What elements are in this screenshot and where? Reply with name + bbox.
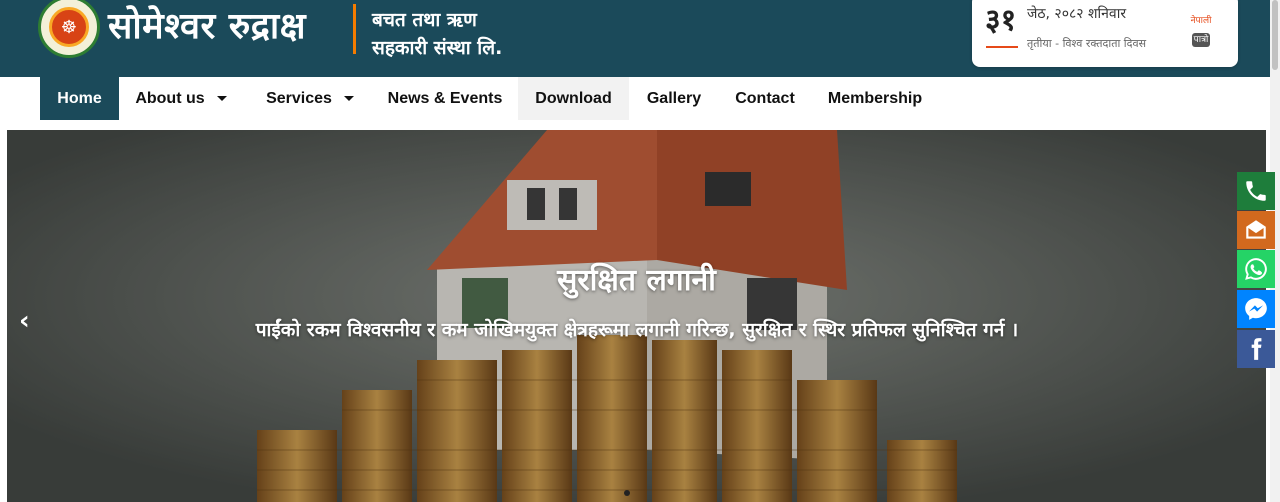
nav-label: Gallery [646,89,702,107]
date-text: जेठ, २०८२ शनिवार [1027,6,1127,22]
date-day: ३१ [985,3,1017,38]
nav-label: Download [535,89,612,107]
messenger-button[interactable] [1237,290,1275,328]
site-header: ☸ सोमेश्वर रुद्राक्ष बचत तथा ऋण सहकारी स… [0,0,1280,77]
phone-icon [1246,181,1266,201]
nav-label: Home [57,89,102,107]
nav-item-gallery[interactable]: Gallery [636,77,712,120]
whatsapp-icon [1245,258,1267,280]
chevron-down-icon [343,96,354,101]
nepali-patro-badge[interactable]: नेपाली पात्रो [1186,16,1216,47]
brand-divider [353,4,356,54]
badge-top-text: नेपाली [1190,16,1212,26]
brand-name[interactable]: सोमेश्वर रुद्राक्ष [108,0,306,49]
nav-item-home[interactable]: Home [40,77,119,120]
brand-subtitle-line-1: बचत तथा ऋण [372,9,477,31]
logo[interactable]: ☸ [38,0,100,58]
facebook-icon [1251,338,1262,360]
brand-subtitle-line-2: सहकारी संस्था लि. [372,37,503,59]
badge-bottom-text: पात्रो [1191,33,1211,47]
nepali-date-widget[interactable]: ३१ जेठ, २०८२ शनिवार तृतीया - विश्व रक्तद… [972,0,1238,67]
nav-label: About us [135,89,205,107]
nav-label: Services [266,89,332,107]
messenger-icon [1245,298,1267,320]
nav-item-download[interactable]: Download [518,77,629,120]
email-icon [1246,220,1266,239]
slide-title: सुरक्षित लगानी [557,263,716,298]
chevron-left-icon[interactable]: ‹ [19,306,30,336]
hero-slider[interactable]: सुरक्षित लगानी पाईंको रकम विश्वसनीय र कम… [7,130,1266,502]
nav-item-about-us[interactable]: About us [124,77,238,120]
nav-item-news-events[interactable]: News & Events [378,77,512,120]
phone-button[interactable] [1237,172,1275,210]
nav-item-membership[interactable]: Membership [818,77,932,120]
nav-label: News & Events [387,89,503,107]
main-navigation: Home About us Services News & Events Dow… [0,77,1280,120]
nav-label: Membership [827,89,923,107]
nav-item-contact[interactable]: Contact [724,77,806,120]
date-subtext: तृतीया - विश्व रक्तदाता दिवस [1027,37,1147,50]
nav-label: Contact [735,89,795,107]
logo-emblem-icon: ☸ [49,7,89,47]
scrollbar-thumb[interactable] [1272,0,1278,70]
nav-item-services[interactable]: Services [254,77,366,120]
whatsapp-button[interactable] [1237,250,1275,288]
date-underline [986,46,1018,48]
slider-indicator-dot[interactable] [624,490,630,496]
facebook-button[interactable] [1237,330,1275,368]
slide-description: पाईंको रकम विश्वसनीय र कम जोखिमयुक्त क्ष… [255,319,1019,341]
chevron-down-icon [216,96,227,101]
email-button[interactable] [1237,211,1275,249]
